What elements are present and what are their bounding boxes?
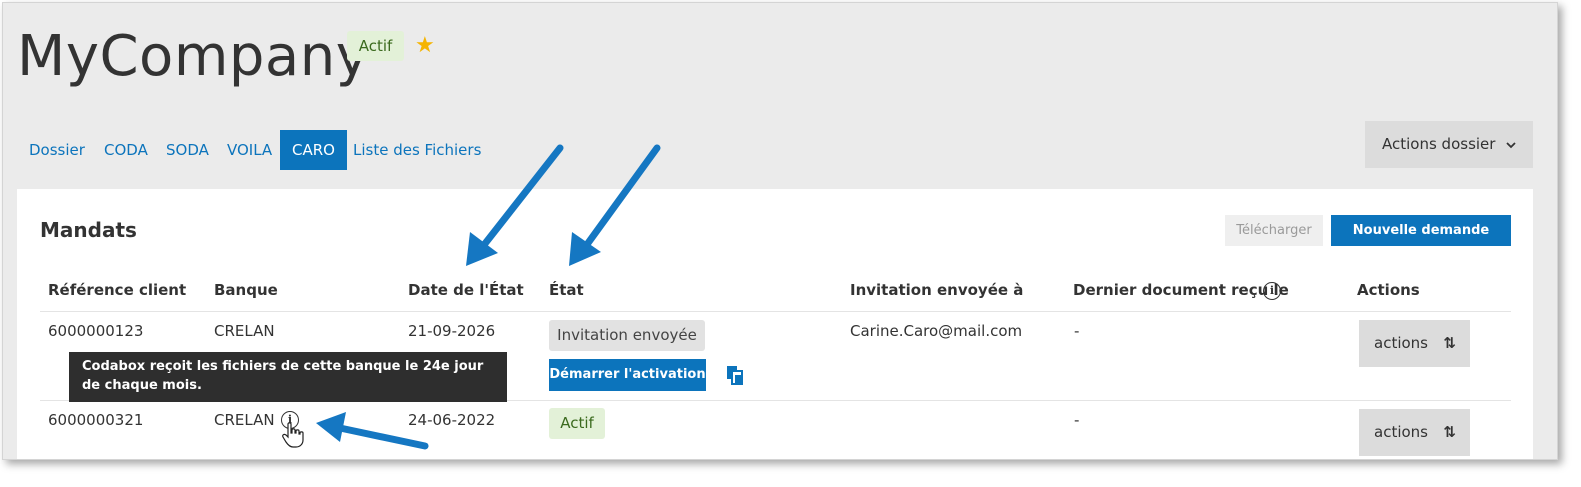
annotation-arrow — [336, 424, 429, 450]
annotation-arrows — [316, 144, 661, 450]
hand-cursor-icon — [282, 422, 304, 448]
annotation-arrow — [476, 144, 564, 254]
annotation-arrowhead — [316, 412, 346, 442]
annotation-arrow — [579, 144, 661, 254]
